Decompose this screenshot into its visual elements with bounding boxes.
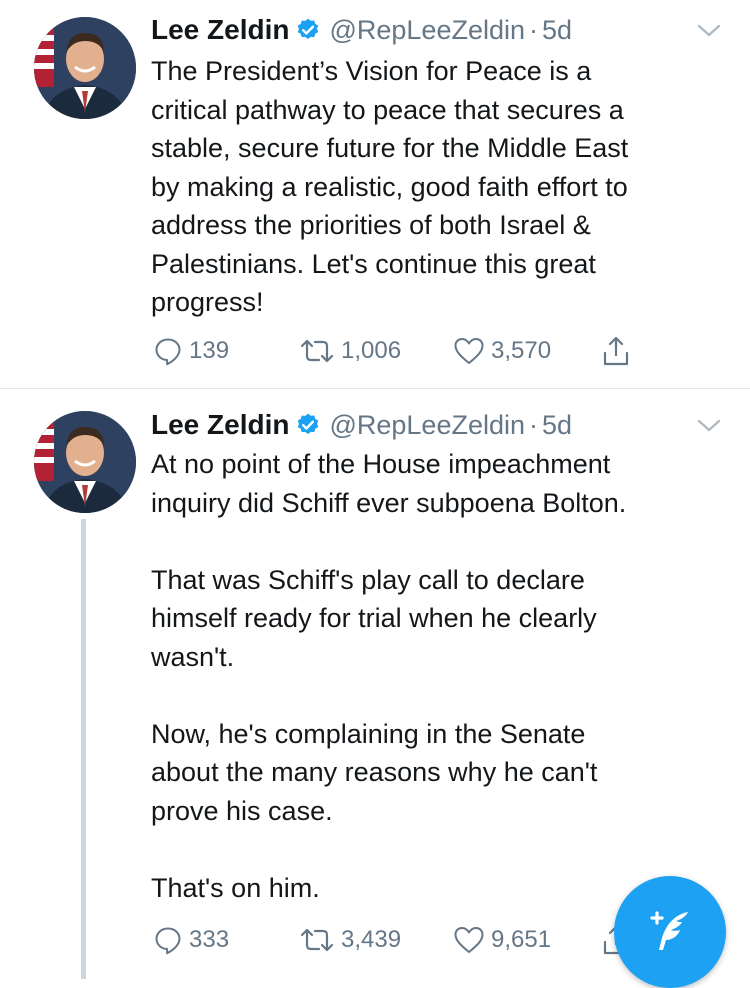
share-icon bbox=[603, 336, 629, 366]
retweet-count: 3,439 bbox=[341, 926, 402, 953]
heart-icon bbox=[454, 927, 484, 953]
thread-line bbox=[81, 519, 86, 979]
reply-icon bbox=[155, 338, 181, 366]
tweet-actions: 333 3,439 9,651 bbox=[153, 923, 673, 957]
tweet[interactable]: Lee Zeldin @RepLeeZeldin · 5d The Presid… bbox=[0, 0, 750, 389]
avatar-photo bbox=[34, 411, 136, 513]
author-handle[interactable]: @RepLeeZeldin bbox=[329, 410, 525, 441]
verified-badge-icon bbox=[295, 17, 321, 43]
reply-button[interactable]: 139 bbox=[153, 334, 229, 368]
separator: · bbox=[529, 14, 538, 45]
compose-tweet-button[interactable] bbox=[614, 876, 726, 988]
chevron-down-icon[interactable] bbox=[696, 22, 722, 40]
tweet[interactable]: Lee Zeldin @RepLeeZeldin · 5d At no poin… bbox=[0, 389, 750, 979]
retweet-icon bbox=[300, 928, 334, 952]
timestamp[interactable]: 5d bbox=[542, 410, 572, 441]
retweet-icon bbox=[300, 339, 334, 363]
separator: · bbox=[529, 409, 538, 440]
reply-button[interactable]: 333 bbox=[153, 923, 229, 957]
verified-badge-icon bbox=[295, 412, 321, 438]
tweet-text: The President’s Vision for Peace is a cr… bbox=[151, 56, 629, 317]
share-button[interactable] bbox=[601, 334, 631, 368]
author-handle[interactable]: @RepLeeZeldin bbox=[329, 15, 525, 46]
like-button[interactable]: 3,570 bbox=[453, 334, 551, 368]
retweet-button[interactable]: 1,006 bbox=[299, 334, 401, 368]
like-count: 3,570 bbox=[491, 337, 552, 364]
avatar[interactable] bbox=[34, 17, 136, 119]
retweet-count: 1,006 bbox=[341, 337, 402, 364]
chevron-down-icon[interactable] bbox=[696, 417, 722, 435]
like-button[interactable]: 9,651 bbox=[453, 923, 551, 957]
avatar-photo bbox=[34, 17, 136, 119]
retweet-button[interactable]: 3,439 bbox=[299, 923, 401, 957]
author-name[interactable]: Lee Zeldin bbox=[151, 14, 289, 46]
tweet-header: Lee Zeldin @RepLeeZeldin · 5d bbox=[151, 12, 572, 48]
tweet-header: Lee Zeldin @RepLeeZeldin · 5d bbox=[151, 407, 572, 443]
heart-icon bbox=[454, 338, 484, 364]
reply-count: 333 bbox=[189, 926, 230, 953]
like-count: 9,651 bbox=[491, 926, 552, 953]
reply-count: 139 bbox=[189, 337, 230, 364]
compose-tweet-icon bbox=[650, 911, 688, 950]
timestamp[interactable]: 5d bbox=[542, 15, 572, 46]
avatar[interactable] bbox=[34, 411, 136, 513]
reply-icon bbox=[155, 927, 181, 955]
author-name[interactable]: Lee Zeldin bbox=[151, 409, 289, 441]
tweet-actions: 139 1,006 3,570 bbox=[153, 334, 673, 368]
tweet-text: At no point of the House impeachment inq… bbox=[151, 449, 627, 903]
